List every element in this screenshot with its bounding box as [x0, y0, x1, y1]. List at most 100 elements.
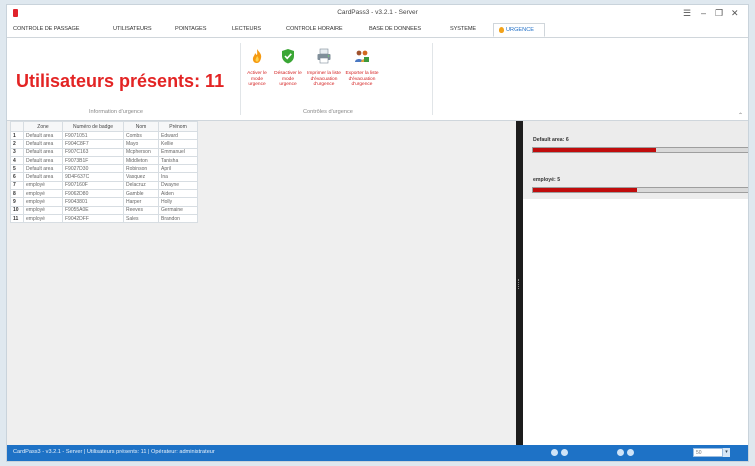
- present-users-count: Utilisateurs présents: 11: [16, 71, 225, 91]
- table-row[interactable]: 1 Default area F9071051 Combs Edward: [10, 130, 198, 141]
- table-row[interactable]: 6 Default area 9D4F637C Vasquez Ina: [10, 172, 198, 182]
- cell-nom: Sales: [123, 213, 159, 224]
- table-row[interactable]: 9 employé F9043801 Harper Holly: [10, 197, 198, 207]
- flame-icon: [252, 49, 262, 63]
- column-header-prenom[interactable]: Prénom: [158, 121, 198, 132]
- people-export-icon: [355, 50, 369, 62]
- row-number: 8: [10, 189, 24, 199]
- restore-button[interactable]: ❐: [715, 8, 723, 18]
- cell-nom: Reeves: [123, 205, 159, 215]
- cell-nom: Vasquez: [123, 172, 159, 182]
- minimize-button[interactable]: –: [701, 8, 706, 18]
- export-evacuation-list-button[interactable]: Exporter la liste d'évacuation d'urgence: [344, 48, 380, 88]
- cell-nom: Delacruz: [123, 180, 159, 191]
- splitter-grip[interactable]: [518, 279, 522, 289]
- title-bar: CardPass3 - v3.2.1 - Server ☰ – ❐ ✕: [7, 5, 748, 23]
- controls-group-label: Contrôles d'urgence: [303, 109, 353, 115]
- cell-badge: F9071051: [62, 130, 124, 141]
- cell-badge: F9062D80: [62, 189, 124, 199]
- activate-emergency-button[interactable]: Activer le mode urgence: [242, 48, 272, 88]
- table-row[interactable]: 4 Default area F9073B1F Middleton Tanisha: [10, 155, 198, 166]
- cell-zone: Default area: [23, 155, 63, 166]
- cell-badge: 9D4F637C: [62, 172, 124, 182]
- zones-summary: Default area: 6 employé: 5: [523, 121, 748, 199]
- cell-prenom: Ina: [158, 172, 198, 182]
- options-icon[interactable]: ☰: [683, 8, 691, 18]
- info-group-label: Information d'urgence: [89, 109, 143, 115]
- cell-zone: employé: [23, 205, 63, 215]
- present-users-table: Zone Numéro de badge Nom Prénom 1 Default…: [10, 121, 198, 224]
- cell-nom: Robinson: [123, 164, 159, 174]
- deactivate-emergency-label: Désactiver le mode urgence: [274, 71, 302, 88]
- panel-splitter[interactable]: [516, 121, 523, 445]
- close-button[interactable]: ✕: [731, 8, 739, 18]
- cell-badge: F9027D30: [62, 164, 124, 174]
- zone-occupancy-fill: [533, 188, 637, 192]
- zone-label: employé: 5: [533, 177, 561, 183]
- cell-prenom: Emmanuel: [158, 147, 198, 157]
- status-indicator-icon: [551, 449, 558, 456]
- refresh-interval-input[interactable]: 50: [693, 448, 723, 457]
- cell-prenom: Holly: [158, 197, 198, 207]
- table-row[interactable]: 7 employé F907160F Delacruz Dwayne: [10, 180, 198, 191]
- chevron-down-icon[interactable]: ▾: [723, 448, 730, 457]
- cell-nom: Mayo: [123, 139, 159, 149]
- table-row[interactable]: 11 employé F9042DFF Sales Brandon: [10, 213, 198, 224]
- table-row[interactable]: 5 Default area F9027D30 Robinson April: [10, 164, 198, 174]
- cell-prenom: Dwayne: [158, 180, 198, 191]
- ribbon-tabs: CONTROLE DE PASSAGE UTILISATEURS POINTAG…: [7, 23, 748, 38]
- status-indicator-icon: [561, 449, 568, 456]
- cell-badge: F9043801: [62, 197, 124, 207]
- column-header-nom[interactable]: Nom: [123, 121, 159, 132]
- print-evacuation-list-button[interactable]: Imprimer la liste d'évacuation d'urgence: [307, 48, 341, 88]
- row-number: 2: [10, 139, 24, 149]
- cell-badge: F904C8F7: [62, 139, 124, 149]
- flame-icon: [499, 27, 504, 33]
- zones-panel: Default area: 6 employé: 5: [523, 121, 748, 445]
- tab-controle-horaire[interactable]: CONTROLE HORAIRE: [286, 26, 343, 32]
- cell-prenom: Kellie: [158, 139, 198, 149]
- row-number-header: [10, 121, 24, 132]
- cell-prenom: Germaine: [158, 205, 198, 215]
- cell-nom: Mcpherson: [123, 147, 159, 157]
- cell-zone: Default area: [23, 130, 63, 141]
- users-grid-panel: Zone Numéro de badge Nom Prénom 1 Default…: [7, 121, 516, 445]
- table-row[interactable]: 10 employé F9055A0E Reeves Germaine: [10, 205, 198, 215]
- cell-badge: F907160F: [62, 180, 124, 191]
- column-header-badge[interactable]: Numéro de badge: [62, 121, 124, 132]
- tab-pointages[interactable]: POINTAGES: [175, 26, 206, 32]
- zone-occupancy-bar: [532, 147, 748, 153]
- row-number: 1: [10, 130, 24, 141]
- table-row[interactable]: 2 Default area F904C8F7 Mayo Kellie: [10, 139, 198, 149]
- group-divider: [432, 43, 433, 115]
- table-row[interactable]: 3 Default area F907C163 Mcpherson Emmanuel: [10, 147, 198, 157]
- row-number: 3: [10, 147, 24, 157]
- tab-urgence-label: URGENCE: [506, 27, 534, 33]
- window-title: CardPass3 - v3.2.1 - Server: [337, 9, 418, 16]
- cell-zone: Default area: [23, 172, 63, 182]
- table-row[interactable]: 8 employé F9062D80 Gamble Aiden: [10, 189, 198, 199]
- row-number: 6: [10, 172, 24, 182]
- collapse-ribbon-icon[interactable]: ⌃: [738, 112, 743, 119]
- check-shield-icon: [282, 49, 294, 64]
- column-header-zone[interactable]: Zone: [23, 121, 63, 132]
- table-header-row: Zone Numéro de badge Nom Prénom: [10, 121, 198, 132]
- tab-base-de-donnees[interactable]: BASE DE DONNEES: [369, 26, 421, 32]
- printer-icon: [317, 48, 331, 64]
- cell-zone: employé: [23, 213, 63, 224]
- export-evacuation-list-label: Exporter la liste d'évacuation d'urgence: [345, 71, 379, 88]
- print-evacuation-list-label: Imprimer la liste d'évacuation d'urgence: [307, 71, 341, 88]
- tab-systeme[interactable]: SYSTEME: [450, 26, 476, 32]
- activate-emergency-label: Activer le mode urgence: [247, 71, 267, 88]
- zone-occupancy-bar: [532, 187, 748, 193]
- cell-zone: Default area: [23, 164, 63, 174]
- tab-utilisateurs[interactable]: UTILISATEURS: [113, 26, 152, 32]
- cell-nom: Middleton: [123, 155, 159, 166]
- status-text: CardPass3 - v3.2.1 - Server | Utilisateu…: [13, 449, 215, 455]
- deactivate-emergency-button[interactable]: Désactiver le mode urgence: [273, 48, 303, 88]
- tab-controle-de-passage[interactable]: CONTROLE DE PASSAGE: [13, 26, 79, 32]
- tab-lecteurs[interactable]: LECTEURS: [232, 26, 261, 32]
- tab-urgence[interactable]: URGENCE: [493, 23, 545, 37]
- cell-nom: Gamble: [123, 189, 159, 199]
- row-number: 5: [10, 164, 24, 174]
